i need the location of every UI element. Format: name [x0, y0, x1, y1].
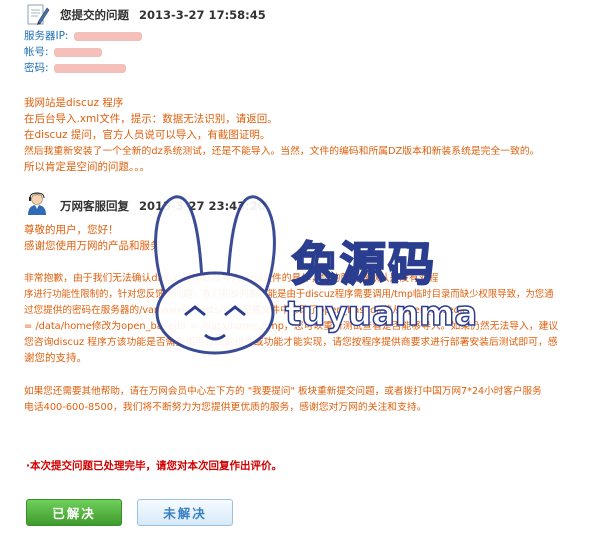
reply-body-line: = /data/home修改为open_basedir = /data/home…: [24, 321, 559, 332]
reply-body-line: 谢您的支持。: [24, 352, 87, 364]
reply-header: 万网客服回复 2013-3-27 23:43:20: [60, 198, 266, 214]
password-row: 密码:: [24, 60, 126, 75]
question-header: 您提交的问题 2013-3-27 17:58:45: [60, 7, 266, 23]
server-ip-row: 服务器IP:: [24, 28, 142, 43]
account-redacted: [53, 47, 102, 57]
solved-button[interactable]: 已解决: [26, 499, 122, 526]
server-ip-label: 服务器IP:: [24, 30, 69, 42]
resolution-notice: ·本次提交问题已处理完毕，请您对本次回复作出评价。: [26, 460, 282, 472]
reply-greeting-line: 尊敬的用户，您好！: [24, 224, 119, 236]
account-label: 帐号:: [24, 46, 49, 58]
question-body-line: 然后我重新安装了一个全新的dz系统测试，还是不能导入。当然，文件的编码和所属DZ…: [24, 146, 540, 157]
question-body-line: 我网站是discuz 程序: [24, 97, 124, 109]
watermark-cn: 兔源码: [291, 236, 436, 292]
password-label: 密码:: [24, 62, 49, 74]
reply-datetime: 2013-3-27 23:43:20: [139, 199, 266, 213]
password-redacted: [53, 63, 126, 73]
question-body-line: 在discuz 提问，官方人员说可以导入，有截图证明。: [24, 129, 271, 141]
reply-greeting-line: 感谢您使用万网的产品和服务: [24, 240, 161, 252]
question-body-line: 所以肯定是空间的问题。。。: [24, 161, 150, 173]
unsolved-button[interactable]: 未解决: [137, 499, 233, 526]
reply-body-line: 您咨询discuz 程序方该功能是否需要调用特殊的组件或功能才能实现，请您按程序…: [24, 337, 558, 348]
question-title: 您提交的问题: [60, 8, 129, 22]
reply-title: 万网客服回复: [60, 199, 129, 213]
reply-body-line: 过您提供的密码在服务器的/var/www/vhosts/*.ini配置文件中修改…: [24, 305, 467, 316]
reply-body-line: 非常抱歉，由于我们无法确认discuz程序后台导入.xml文件的具体，您的服务器…: [24, 273, 439, 284]
question-icon: [26, 2, 50, 28]
reply-body-line: 序进行功能性限制的，针对您反馈的问题，我们初步判断可能是由于discuz程序需要…: [24, 289, 554, 300]
reply-icon: [26, 192, 48, 216]
reply-closing-line: 如果您还需要其他帮助，请在万网会员中心左下方的 "我要提问" 板块重新提交问题，…: [24, 386, 542, 397]
question-body-line: 在后台导入.xml文件，提示：数据无法识别，请返回。: [24, 113, 278, 125]
account-row: 帐号:: [24, 44, 102, 59]
server-ip-redacted: [73, 31, 142, 41]
reply-closing-line: 电话400-600-8500，我们将不断努力为您提供更优质的服务，感谢您对万网的…: [24, 402, 427, 413]
question-datetime: 2013-3-27 17:58:45: [139, 8, 266, 22]
